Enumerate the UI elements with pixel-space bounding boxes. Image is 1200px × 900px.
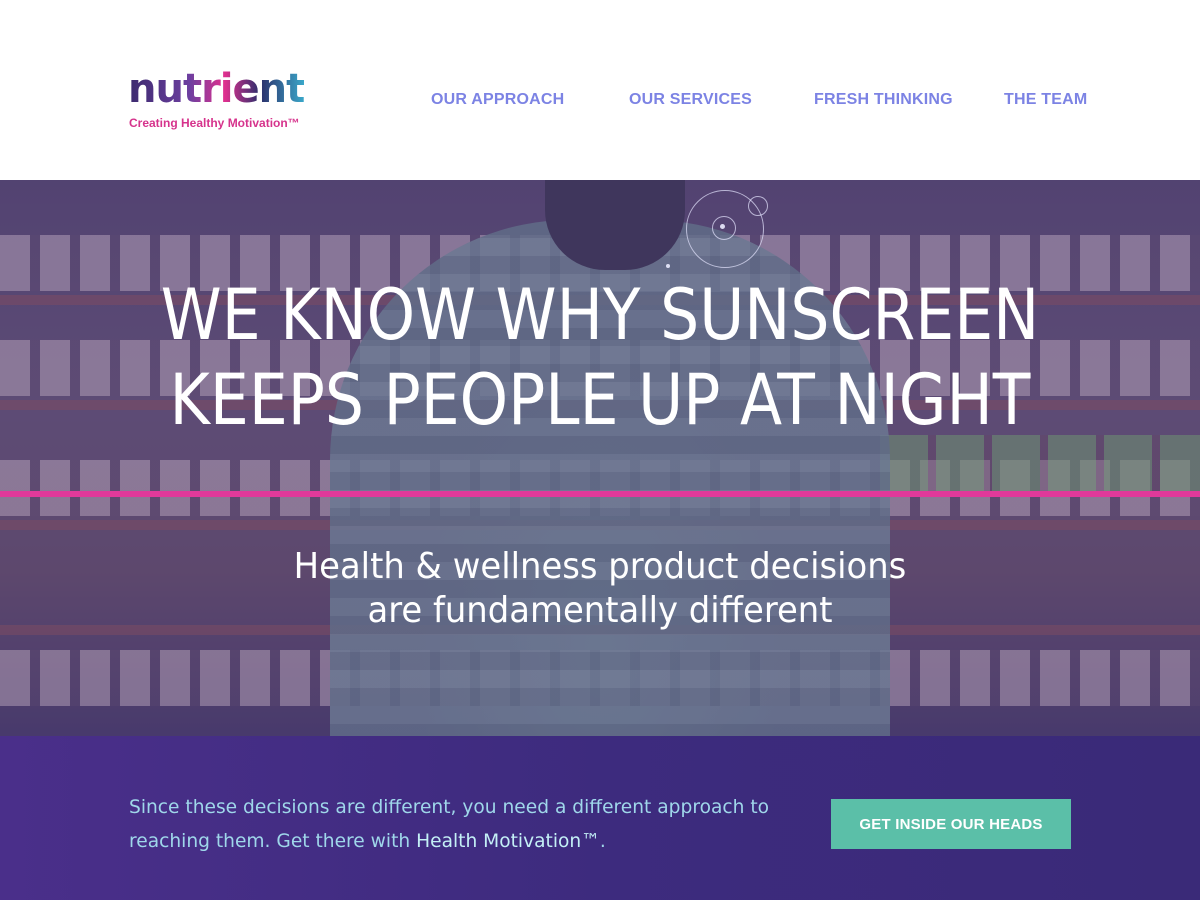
nav-the-team[interactable]: THE TEAM: [1004, 91, 1087, 109]
nav-fresh-thinking[interactable]: FRESH THINKING: [814, 91, 953, 109]
hero-subheading-line-2: are fundamentally different: [367, 590, 833, 631]
nav-our-services[interactable]: OUR SERVICES: [629, 91, 752, 109]
logo-wordmark: nutrient: [128, 66, 305, 112]
site-header: nutrient Creating Healthy Motivation™ OU…: [0, 0, 1200, 180]
accent-divider: [0, 491, 1200, 497]
hero-headline-line-1: WE KNOW WHY SUNSCREEN: [160, 274, 1040, 356]
hero-section: WE KNOW WHY SUNSCREEN KEEPS PEOPLE UP AT…: [0, 180, 1200, 736]
cta-message: Since these decisions are different, you…: [129, 790, 795, 858]
logo-tagline: Creating Healthy Motivation™: [129, 116, 300, 130]
hero-headline-line-2: KEEPS PEOPLE UP AT NIGHT: [169, 359, 1031, 441]
cta-band: Since these decisions are different, you…: [0, 736, 1200, 900]
hero-tint-overlay: [0, 180, 1200, 736]
cta-message-end: .: [599, 830, 606, 852]
nav-our-approach[interactable]: OUR APPROACH: [431, 91, 564, 109]
cta-message-highlight: Health Motivation™: [416, 830, 600, 852]
hero-subheading-line-1: Health & wellness product decisions: [293, 546, 907, 587]
get-inside-our-heads-button[interactable]: GET INSIDE OUR HEADS: [831, 799, 1071, 849]
brand-logo[interactable]: nutrient Creating Healthy Motivation™: [128, 66, 308, 136]
